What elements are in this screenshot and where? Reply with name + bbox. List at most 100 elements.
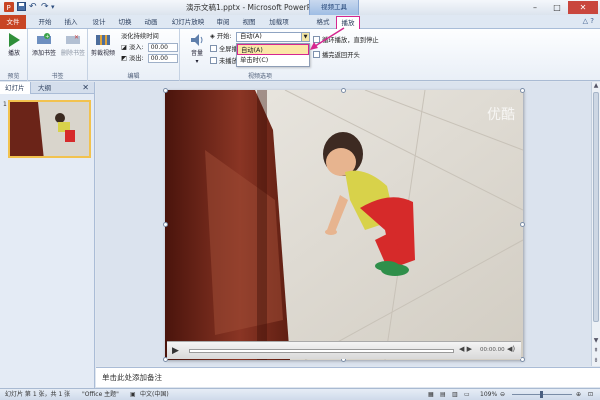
resize-handle[interactable] [520,222,525,227]
svg-text:P: P [7,4,11,12]
dropdown-option-automatic[interactable]: 自动(A) [237,44,309,55]
fade-out-input[interactable]: 00.00 [147,54,178,63]
scrollbar-thumb[interactable] [593,92,599,322]
trim-video-button[interactable]: 剪裁视频 [89,32,117,58]
close-button[interactable]: ✕ [568,1,598,14]
fade-out-icon: ◩ [121,55,127,62]
fullscreen-checkbox[interactable] [210,45,217,52]
view-normal-icon[interactable]: ▦ [428,389,434,400]
window-title: 演示文稿1.pptx - Microsoft PowerPoint [186,3,326,12]
fade-duration-title: 淡化持续时间 [121,33,159,40]
slides-pane: 幻灯片 大纲 ✕ 1 [0,82,95,388]
volume-button[interactable]: 音量 ▾ [185,32,209,66]
fade-out-label: 淡出: [128,55,144,62]
powerpoint-logo-icon: P [4,2,14,13]
maximize-button[interactable]: □ [546,1,568,14]
player-skip-icon[interactable]: ◀ ▶ [459,345,472,353]
hide-when-not-playing-checkbox[interactable] [210,57,217,64]
tab-outline[interactable]: 大纲 [33,82,56,94]
start-icon: ◈ [210,33,215,40]
player-play-icon[interactable]: ▶ [172,345,186,357]
tab-animations[interactable]: 动画 [140,16,162,29]
tab-home[interactable]: 开始 [34,16,56,29]
tab-insert[interactable]: 插入 [60,16,82,29]
undo-icon[interactable]: ↶ [29,2,37,13]
video-player-bar: ▶ ◀ ▶ 00:00.00 ◀) [167,341,521,359]
fade-in-icon: ◪ [121,44,127,51]
video-tools-context-group: 视频工具 [309,0,359,15]
group-preview: 播放 预览 [0,29,28,81]
group-label-preview: 预览 [7,73,20,80]
status-zoom: 109% [480,391,498,398]
status-theme: "Office 主题" [82,391,119,398]
tab-design[interactable]: 设计 [88,16,110,29]
notes-placeholder: 单击此处添加备注 [102,373,162,382]
window-controls: – □ ✕ [524,1,598,14]
trim-video-icon [95,32,111,48]
title-bar: P ↶ ↷ ▾ 演示文稿1.pptx - Microsoft PowerPoin… [0,0,600,15]
play-button[interactable]: 播放 [1,32,27,58]
vertical-scrollbar[interactable]: ▲ ▼ ⇞ ⇟ [591,82,600,366]
tab-addins[interactable]: 加载项 [264,16,294,29]
scroll-down-icon[interactable]: ▼ [592,337,600,346]
remove-bookmark-button[interactable]: ✕ 删除书签 [59,32,87,58]
resize-handle[interactable] [163,88,168,93]
group-label-editing: 编辑 [127,73,140,80]
pane-tabs: 幻灯片 大纲 ✕ [0,82,94,94]
tab-slides[interactable]: 幻灯片 [0,82,31,94]
zoom-out-icon[interactable]: ⊖ [500,389,505,400]
resize-handle[interactable] [341,88,346,93]
fade-in-input[interactable]: 00.00 [147,43,178,52]
close-pane-icon[interactable]: ✕ [77,82,94,94]
annotation-arrow-icon [310,27,345,50]
svg-text:+: + [45,34,49,40]
video-still [165,90,523,360]
status-bar: 幻灯片 第 1 张，共 1 张 "Office 主题" ▣ 中文(中国) ▦ ▤… [0,388,600,400]
previous-slide-icon[interactable]: ⇞ [592,347,600,356]
tab-transitions[interactable]: 切换 [114,16,136,29]
group-label-video-options: 视频选项 [247,73,272,80]
fullscreen-row[interactable]: 全屏播 [210,45,238,54]
zoom-in-icon[interactable]: ⊕ [576,389,581,400]
player-volume-icon[interactable]: ◀) [507,345,515,353]
tab-review[interactable]: 审阅 [212,16,234,29]
view-sorter-icon[interactable]: ▤ [440,389,446,400]
slide-thumbnail[interactable] [8,100,91,158]
save-icon[interactable] [17,2,26,13]
tab-view[interactable]: 视图 [238,16,260,29]
start-combo[interactable]: 自动(A) ▼ [236,32,310,42]
group-label-bookmarks: 书签 [51,73,64,80]
video-frame[interactable]: 优酷 [165,90,523,360]
start-label: 开始: [216,33,232,40]
view-slideshow-icon[interactable]: ▭ [464,389,470,400]
player-time: 00:00.00 [480,347,505,353]
scroll-up-icon[interactable]: ▲ [592,82,600,91]
redo-icon[interactable]: ↷ [41,2,49,13]
add-bookmark-icon: + [36,32,52,48]
help-icon[interactable]: △ ? [583,17,594,25]
view-reading-icon[interactable]: ▥ [452,389,458,400]
notes-pane[interactable]: 单击此处添加备注 [96,367,600,387]
fit-to-window-icon[interactable]: ⊡ [588,389,593,400]
volume-icon [189,32,205,48]
resize-handle[interactable] [163,222,168,227]
tab-slideshow[interactable]: 幻灯片放映 [168,16,208,29]
resize-handle[interactable] [520,88,525,93]
hide-when-not-playing-row[interactable]: 未播放 [210,57,238,66]
start-row: ◈ 开始: [210,32,232,41]
video-watermark: 优酷 [487,107,515,123]
status-language-icon: ▣ [130,391,136,398]
minimize-button[interactable]: – [524,1,546,14]
fade-out-row: ◩ 淡出: 00.00 [121,54,178,63]
next-slide-icon[interactable]: ⇟ [592,357,600,366]
start-dropdown-menu: 自动(A) 单击时(C) [236,43,310,67]
status-language: 中文(中国) [140,391,169,398]
zoom-slider-thumb[interactable] [540,391,543,398]
player-progress-track[interactable] [189,349,454,353]
customize-quick-access-icon[interactable]: ▾ [51,2,55,13]
add-bookmark-button[interactable]: + 添加书签 [30,32,58,58]
slide-number: 1 [3,101,7,108]
dropdown-option-on-click[interactable]: 单击时(C) [237,55,309,66]
tab-file[interactable]: 文件 [0,15,26,29]
volume-dropdown-icon: ▾ [195,58,199,65]
